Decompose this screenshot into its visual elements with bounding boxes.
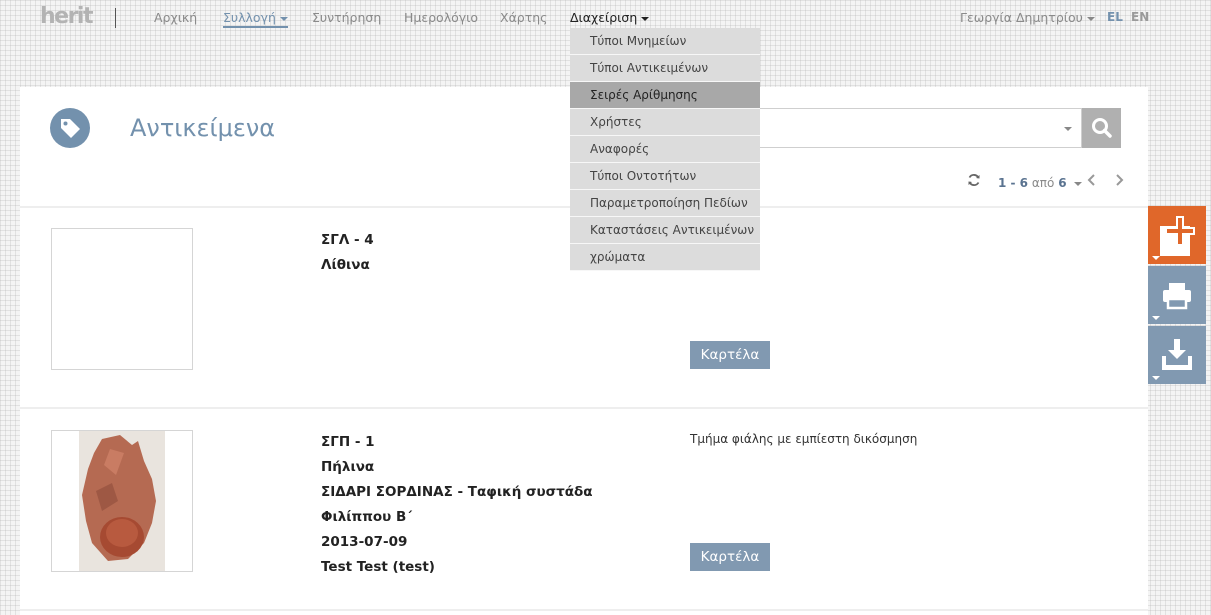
- lang-en-link[interactable]: EN: [1131, 10, 1149, 24]
- nav-item-conservation[interactable]: Συντήρηση: [312, 10, 381, 25]
- record-date: 2013-07-09: [321, 534, 408, 550]
- nav-item-map[interactable]: Χάρτης: [500, 10, 548, 25]
- record-code: ΣΓΠ - 1: [321, 434, 375, 450]
- record-author: Test Test (test): [321, 559, 435, 575]
- record-card-button[interactable]: Καρτέλα: [690, 543, 770, 571]
- record-location: ΣΙΔΑΡΙ ΣΟΡΔΙΝΑΣ - Ταφική συστάδα Φιλίππο…: [321, 484, 593, 525]
- page-title: Αντικείμενα: [130, 114, 276, 142]
- chevron-down-icon: [1064, 127, 1072, 131]
- chevron-down-icon: [641, 16, 650, 21]
- dropdown-item-numbering-series[interactable]: Σειρές Αρίθμησης: [570, 82, 760, 109]
- dropdown-item-field-settings[interactable]: Παραμετροποίηση Πεδίων: [570, 190, 760, 217]
- chevron-down-icon: [1074, 181, 1083, 186]
- user-menu[interactable]: Γεωργία Δημητρίου: [960, 10, 1095, 25]
- logo-separator: [115, 8, 116, 28]
- chevron-down-icon: [1086, 16, 1095, 21]
- refresh-icon[interactable]: [967, 173, 981, 187]
- dropdown-item-users[interactable]: Χρήστες: [570, 109, 760, 136]
- nav-item-calendar[interactable]: Ημερολόγιο: [404, 10, 478, 25]
- pottery-fragment-image: [79, 431, 165, 571]
- lang-el-link[interactable]: EL: [1107, 10, 1123, 24]
- tag-icon: [50, 108, 90, 148]
- record-details: ΣΓΠ - 1 Πήλινα ΣΙΔΑΡΙ ΣΟΡΔΙΝΑΣ - Ταφική …: [321, 430, 661, 580]
- chevron-down-icon: [279, 16, 288, 21]
- chevron-down-icon: [1152, 256, 1160, 260]
- record-card-button[interactable]: Καρτέλα: [690, 341, 770, 369]
- nav-item-administration[interactable]: Διαχείριση: [570, 10, 650, 25]
- dropdown-item-monument-types[interactable]: Τύποι Μνημείων: [570, 28, 760, 55]
- record-thumbnail[interactable]: [51, 228, 193, 370]
- administration-dropdown: Τύποι Μνημείων Τύποι Αντικειμένων Σειρές…: [570, 28, 760, 271]
- dropdown-item-reports[interactable]: Αναφορές: [570, 136, 760, 163]
- dropdown-item-object-types[interactable]: Τύποι Αντικειμένων: [570, 55, 760, 82]
- dropdown-item-colors[interactable]: χρώματα: [570, 244, 760, 271]
- chevron-down-icon: [1152, 316, 1160, 320]
- chevron-left-icon[interactable]: [1086, 173, 1098, 187]
- add-object-button[interactable]: [1148, 206, 1206, 264]
- herit-logo[interactable]: herit: [40, 4, 94, 29]
- nav-item-administration-label: Διαχείριση: [570, 10, 638, 25]
- dropdown-item-object-statuses[interactable]: Καταστάσεις Αντικειμένων: [570, 217, 760, 244]
- search-icon: [1092, 118, 1112, 138]
- pager-total: 6: [1058, 176, 1067, 190]
- pager-range: 1 - 6: [998, 176, 1029, 190]
- nav-item-collection-label: Συλλογή: [223, 10, 276, 25]
- search-button[interactable]: [1082, 108, 1121, 148]
- divider: [20, 407, 1148, 409]
- print-button[interactable]: [1148, 266, 1206, 324]
- nav-item-home[interactable]: Αρχική: [154, 10, 197, 25]
- record-description: Τμήμα φιάλης με εμπίεστη δικόσμηση: [690, 432, 918, 446]
- chevron-down-icon: [1152, 376, 1160, 380]
- nav-item-collection[interactable]: Συλλογή: [223, 10, 288, 28]
- search-filter-select[interactable]: [755, 108, 1082, 148]
- pagination-dropdown[interactable]: 1 - 6 από 6: [998, 176, 1083, 190]
- divider: [20, 609, 1148, 611]
- pager-of: από: [1031, 176, 1055, 190]
- record-material: Πήλινα: [321, 459, 375, 475]
- user-name: Γεωργία Δημητρίου: [960, 10, 1083, 25]
- chevron-right-icon[interactable]: [1113, 173, 1125, 187]
- dropdown-item-entity-types[interactable]: Τύποι Οντοτήτων: [570, 163, 760, 190]
- download-button[interactable]: [1148, 326, 1206, 384]
- record-thumbnail[interactable]: [51, 430, 193, 572]
